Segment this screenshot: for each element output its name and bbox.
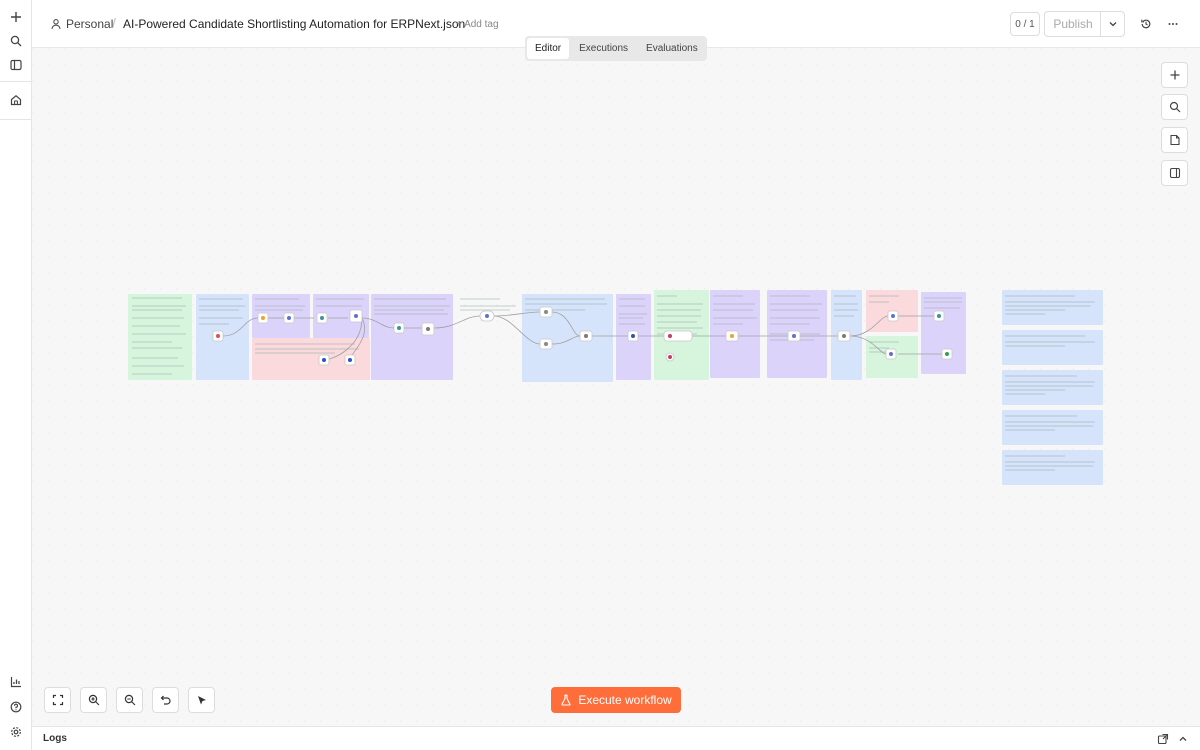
workflow-canvas[interactable]	[32, 48, 1200, 726]
undo-button[interactable]	[152, 687, 179, 713]
plus-icon[interactable]	[8, 9, 24, 25]
chevron-up-icon[interactable]	[1175, 731, 1191, 747]
execute-workflow-button[interactable]: Execute workflow	[551, 687, 681, 713]
left-rail	[0, 0, 32, 750]
search-icon[interactable]	[8, 33, 24, 49]
publish-button[interactable]: Publish	[1044, 11, 1101, 37]
tab-executions[interactable]: Executions	[571, 38, 636, 59]
view-tabs: Editor Executions Evaluations	[525, 36, 707, 61]
zoom-in-icon	[88, 694, 99, 706]
logs-bar[interactable]: Logs	[32, 726, 1200, 750]
undo-icon	[160, 695, 171, 705]
panel-icon	[1169, 167, 1180, 179]
chevron-down-icon	[1109, 22, 1116, 27]
sticky-note-icon	[1169, 134, 1180, 146]
tab-evaluations[interactable]: Evaluations	[638, 38, 706, 59]
help-icon[interactable]	[8, 699, 24, 715]
popout-icon[interactable]	[1155, 731, 1171, 747]
logs-label: Logs	[43, 733, 67, 744]
add-tag-button[interactable]: + Add tag	[456, 19, 499, 30]
tab-editor[interactable]: Editor	[527, 38, 570, 59]
home-icon[interactable]	[8, 92, 24, 108]
add-sticky-button[interactable]	[1161, 127, 1188, 153]
search-icon	[1169, 101, 1180, 113]
plus-icon	[1170, 70, 1179, 80]
fit-view-icon	[52, 694, 63, 706]
tidy-up-icon	[197, 696, 206, 705]
more-options-icon[interactable]	[1165, 16, 1181, 32]
owner-label: Personal	[66, 17, 114, 31]
rail-divider	[0, 119, 32, 120]
settings-icon[interactable]	[8, 724, 24, 740]
breadcrumb-owner[interactable]: Personal	[50, 17, 113, 31]
execute-workflow-label: Execute workflow	[578, 693, 672, 707]
flask-icon	[561, 694, 571, 706]
insights-icon[interactable]	[8, 674, 24, 690]
tidy-up-button[interactable]	[188, 687, 215, 713]
fit-view-button[interactable]	[44, 687, 71, 713]
history-icon[interactable]	[1138, 16, 1154, 32]
zoom-out-icon	[124, 694, 135, 706]
toggle-panel-button[interactable]	[1161, 160, 1188, 186]
zoom-in-button[interactable]	[80, 687, 107, 713]
workflow-name[interactable]: AI-Powered Candidate Shortlisting Automa…	[123, 17, 465, 31]
user-icon	[51, 19, 61, 30]
active-counter: 0 / 1	[1010, 12, 1040, 36]
add-node-button[interactable]	[1161, 62, 1188, 88]
search-nodes-button[interactable]	[1161, 94, 1188, 120]
rail-divider	[0, 81, 32, 82]
sidebar-icon[interactable]	[8, 57, 24, 73]
workflow-diagram	[32, 48, 1200, 726]
breadcrumb-separator: /	[112, 15, 116, 31]
zoom-out-button[interactable]	[116, 687, 143, 713]
publish-dropdown-button[interactable]	[1100, 11, 1125, 37]
